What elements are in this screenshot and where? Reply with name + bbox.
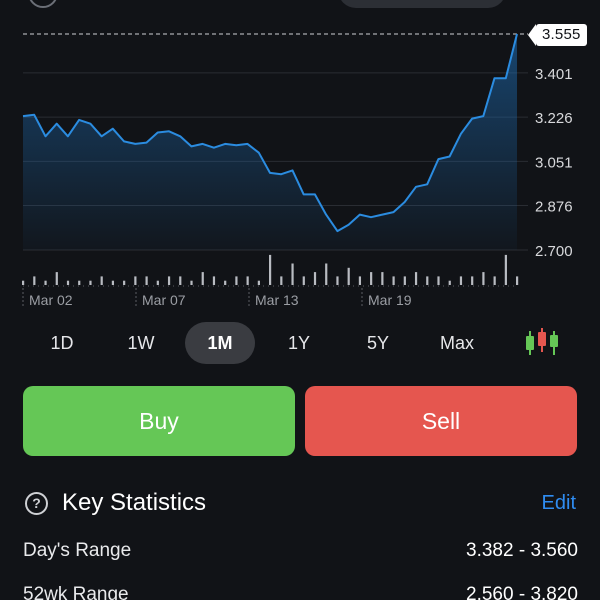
volume-bar bbox=[358, 276, 362, 285]
volume-bar bbox=[123, 280, 126, 285]
range-1d-button[interactable]: 1D bbox=[27, 322, 97, 364]
volume-bars bbox=[22, 254, 519, 285]
stat-row-52wk-range: 52wk Range 2.560 - 3.820 bbox=[23, 581, 578, 600]
range-max-button[interactable]: Max bbox=[422, 322, 492, 364]
candlestick-icon[interactable] bbox=[520, 322, 566, 364]
chart-area bbox=[22, 33, 518, 250]
volume-bar bbox=[403, 276, 406, 285]
y-tick-label: 2.700 bbox=[535, 243, 573, 260]
buy-button[interactable]: Buy bbox=[23, 386, 295, 456]
volume-bar bbox=[66, 280, 70, 285]
key-statistics-title: Key Statistics bbox=[62, 489, 207, 516]
volume-bar bbox=[302, 276, 305, 285]
volume-bar bbox=[111, 280, 115, 285]
range-1w-button[interactable]: 1W bbox=[106, 322, 176, 364]
stat-label: 52wk Range bbox=[23, 584, 129, 600]
volume-bar bbox=[257, 280, 260, 285]
help-circle-icon[interactable]: ? bbox=[25, 492, 48, 515]
volume-bar bbox=[426, 276, 429, 285]
x-tick-label: Mar 07 bbox=[142, 292, 186, 308]
range-5y-button[interactable]: 5Y bbox=[343, 322, 413, 364]
volume-bar bbox=[381, 272, 384, 285]
volume-bar bbox=[471, 276, 474, 285]
volume-bar bbox=[167, 276, 171, 285]
price-chart[interactable]: Mar 02 Mar 07 Mar 13 Mar 19 3.401 3.226 3.051… bbox=[0, 0, 600, 315]
volume-bar bbox=[336, 276, 339, 285]
volume-bar bbox=[246, 276, 249, 285]
volume-bar bbox=[437, 276, 440, 285]
volume-bar bbox=[392, 276, 395, 285]
volume-bar bbox=[370, 272, 373, 285]
volume-bar bbox=[89, 280, 92, 285]
time-range-selector: 1D 1W 1M 1Y 5Y Max bbox=[0, 322, 600, 364]
volume-bar bbox=[201, 272, 204, 285]
stock-detail-screen: Mar 02 Mar 07 Mar 13 Mar 19 3.401 3.226 3.051… bbox=[0, 0, 600, 600]
volume-bar bbox=[280, 276, 283, 285]
y-axis: 3.401 3.226 3.051 2.876 2.700 bbox=[535, 66, 573, 260]
volume-bar bbox=[493, 276, 496, 285]
stat-value: 3.382 - 3.560 bbox=[466, 540, 578, 561]
volume-bar bbox=[190, 280, 193, 285]
y-tick-label: 3.401 bbox=[535, 66, 573, 83]
volume-bar bbox=[145, 276, 148, 285]
volume-bar bbox=[504, 254, 507, 285]
current-price-badge: 3.555 bbox=[528, 24, 587, 46]
volume-bar bbox=[347, 267, 350, 285]
x-tick-label: Mar 13 bbox=[255, 292, 299, 308]
volume-bar bbox=[134, 276, 137, 285]
y-tick-label: 3.226 bbox=[535, 110, 573, 127]
volume-bar bbox=[224, 280, 227, 285]
volume-bar bbox=[156, 280, 159, 285]
volume-bar bbox=[179, 276, 182, 285]
volume-bar bbox=[33, 276, 36, 285]
volume-bar bbox=[44, 280, 47, 285]
sell-button[interactable]: Sell bbox=[305, 386, 577, 456]
x-tick-label: Mar 02 bbox=[29, 292, 73, 308]
volume-bar bbox=[78, 280, 81, 285]
stat-label: Day's Range bbox=[23, 540, 132, 561]
y-tick-label: 2.876 bbox=[535, 199, 573, 216]
edit-statistics-button[interactable]: Edit bbox=[542, 490, 576, 516]
volume-bar bbox=[100, 276, 103, 285]
stat-value: 2.560 - 3.820 bbox=[466, 584, 578, 600]
stat-row-days-range: Day's Range 3.382 - 3.560 bbox=[23, 537, 578, 565]
x-axis: Mar 02 Mar 07 Mar 13 Mar 19 bbox=[22, 285, 517, 308]
y-tick-label: 3.051 bbox=[535, 154, 573, 171]
volume-bar bbox=[55, 272, 58, 285]
volume-bar bbox=[448, 280, 451, 285]
volume-bar bbox=[459, 276, 463, 285]
x-tick-label: Mar 19 bbox=[368, 292, 412, 308]
range-1m-button[interactable]: 1M bbox=[185, 322, 255, 364]
volume-bar bbox=[482, 272, 485, 285]
volume-bar bbox=[516, 276, 519, 285]
volume-bar bbox=[212, 276, 216, 285]
volume-bar bbox=[269, 254, 272, 285]
price-area-fill bbox=[23, 34, 517, 250]
volume-bar bbox=[313, 272, 317, 285]
range-1y-button[interactable]: 1Y bbox=[264, 322, 334, 364]
volume-bar bbox=[325, 263, 328, 285]
volume-bar bbox=[235, 276, 238, 285]
volume-bar bbox=[291, 263, 294, 285]
volume-bar bbox=[414, 272, 418, 285]
volume-bar bbox=[22, 280, 25, 285]
